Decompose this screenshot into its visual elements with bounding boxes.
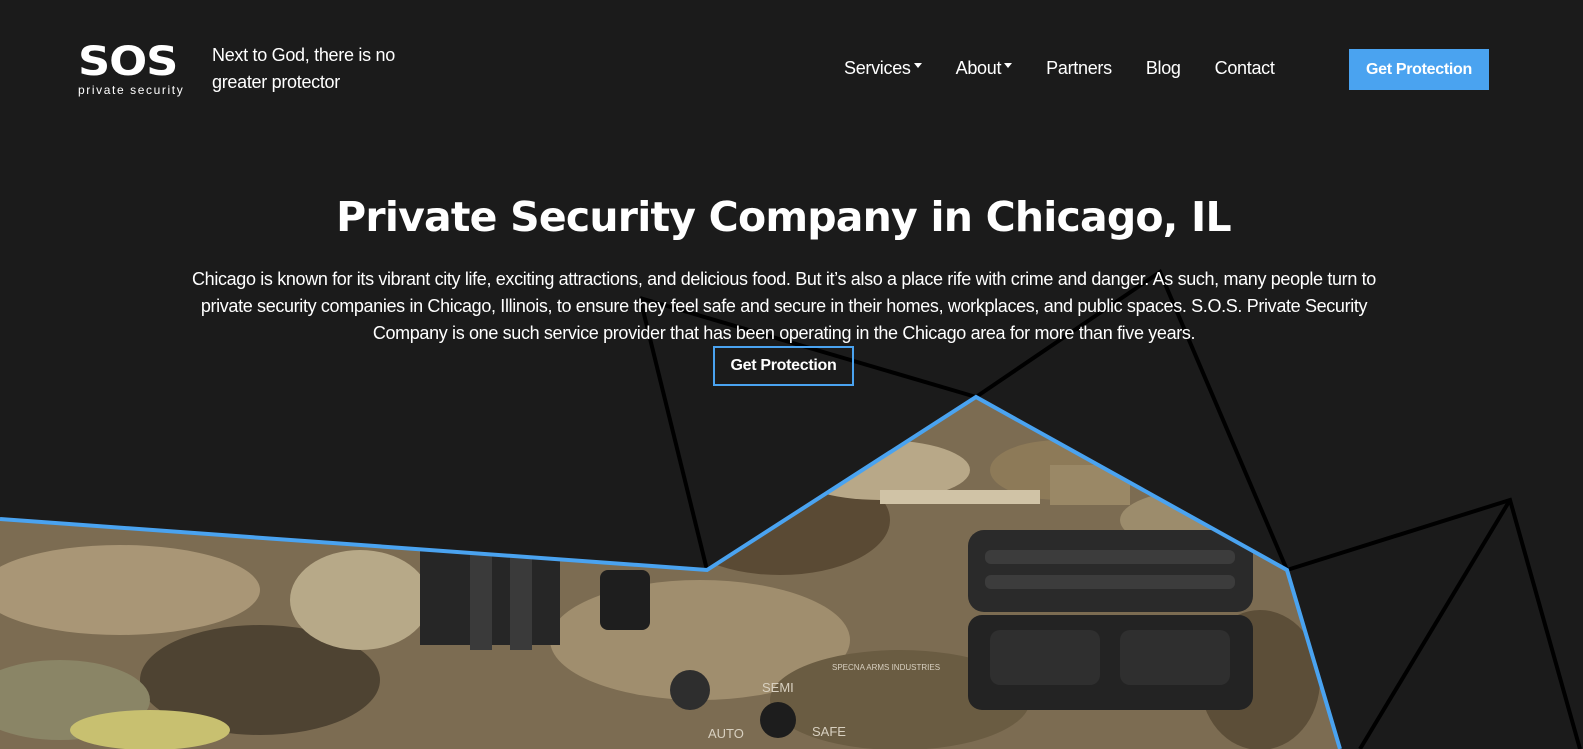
- marking-safe: SAFE: [812, 724, 846, 739]
- logo[interactable]: SOS private security: [78, 42, 196, 100]
- nav-blog-label: Blog: [1145, 58, 1181, 78]
- nav-contact[interactable]: Contact: [1215, 58, 1275, 79]
- hero-title: Private Security Company in Chicago, IL: [336, 193, 1231, 242]
- site-header: SOS private security Next to God, there …: [0, 0, 1583, 140]
- chevron-down-icon: [1004, 63, 1013, 68]
- nav-services[interactable]: Services: [844, 58, 922, 79]
- marking-manufacturer: SPECNA ARMS INDUSTRIES: [832, 663, 940, 672]
- logo-subtext: private security: [78, 83, 185, 97]
- marking-semi: SEMI: [762, 680, 794, 695]
- header-get-protection-button[interactable]: Get Protection: [1349, 49, 1489, 90]
- nav-services-label: Services: [844, 58, 911, 78]
- main-nav: Services About Partners Blog Contact: [844, 58, 1309, 79]
- chevron-down-icon: [913, 63, 922, 68]
- logo-mark: SOS: [78, 39, 178, 85]
- hero-description: Chicago is known for its vibrant city li…: [192, 269, 1376, 343]
- nav-partners[interactable]: Partners: [1046, 58, 1112, 79]
- hero-image-rifle: SEMI AUTO SAFE SPECNA ARMS INDUSTRIES: [0, 397, 1340, 749]
- nav-about[interactable]: About: [956, 58, 1013, 79]
- nav-partners-label: Partners: [1046, 58, 1112, 78]
- nav-about-label: About: [955, 58, 1002, 78]
- marking-auto: AUTO: [708, 726, 744, 741]
- hero-get-protection-button[interactable]: Get Protection: [713, 346, 854, 386]
- nav-contact-label: Contact: [1214, 58, 1275, 78]
- nav-blog[interactable]: Blog: [1146, 58, 1181, 79]
- tagline: Next to God, there is no greater protect…: [212, 45, 395, 92]
